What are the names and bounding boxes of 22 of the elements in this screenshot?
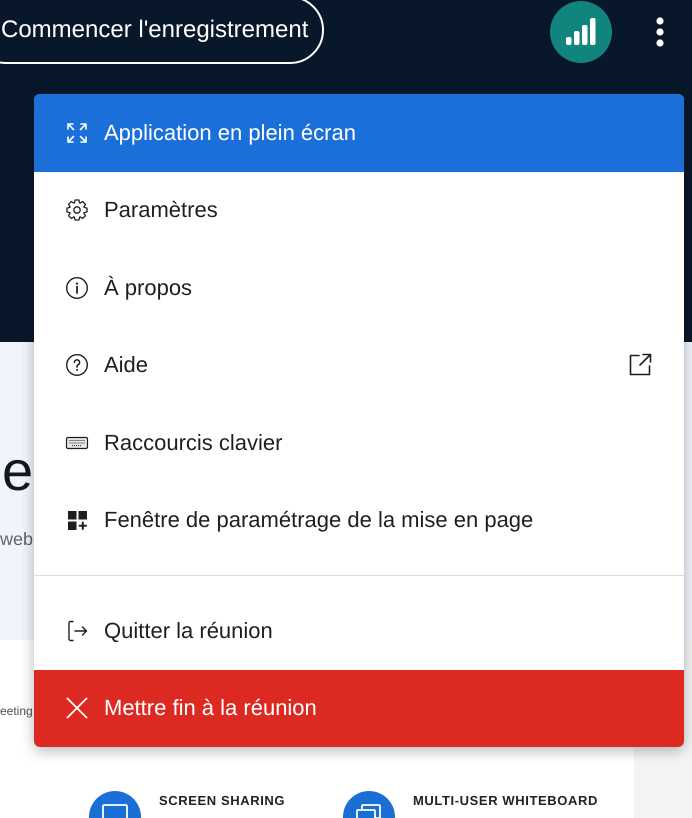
menu-item[interactable]: À propos — [34, 249, 684, 326]
menu-item[interactable]: Application en plein écran — [34, 94, 684, 172]
expand-arrows-icon — [65, 120, 89, 145]
menu-item[interactable]: Mettre fin à la réunion — [34, 670, 684, 747]
kebab-menu-icon[interactable] — [656, 17, 664, 47]
signal-icon[interactable] — [550, 1, 612, 63]
help-icon — [65, 353, 89, 378]
feature-title: MULTI-USER WHITEBOARD — [413, 793, 598, 808]
settings-icon — [65, 198, 89, 222]
menu-item[interactable]: Quitter la réunion — [34, 592, 684, 670]
caption-text: eeting — [0, 704, 33, 718]
feature-title: SCREEN SHARING — [159, 793, 286, 808]
hero-subtitle: web — [0, 530, 34, 548]
menu-item[interactable]: Fenêtre de paramétrage de la mise en page — [34, 482, 684, 559]
grid-plus-icon — [65, 508, 89, 532]
close-icon — [65, 696, 89, 720]
menu-item[interactable]: Aide — [34, 326, 684, 404]
menu-item[interactable]: Paramètres — [34, 172, 684, 249]
menu-item[interactable]: Raccourcis clavier — [34, 404, 684, 482]
hero-heading: e — [2, 443, 34, 499]
record-button[interactable]: Commencer l'enregistrement — [0, 0, 324, 64]
info-icon — [65, 276, 89, 300]
